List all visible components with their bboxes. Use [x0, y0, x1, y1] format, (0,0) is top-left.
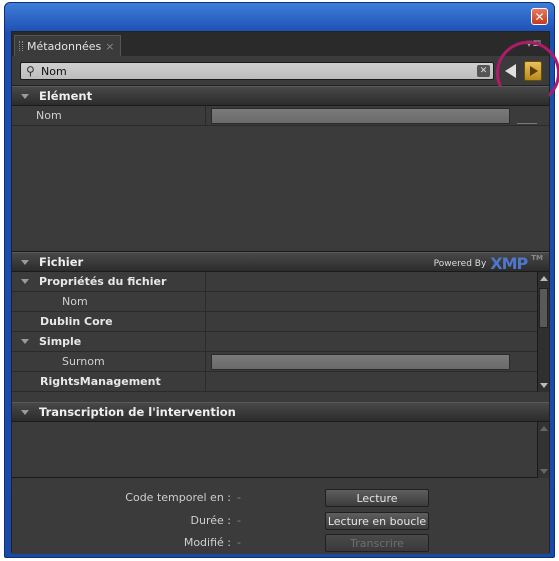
- column-divider: [205, 106, 206, 125]
- playback-footer: Code temporel en : - Lecture Durée : - L…: [12, 479, 549, 554]
- search-input[interactable]: [41, 64, 471, 78]
- scroll-down-icon[interactable]: [540, 383, 548, 388]
- column-divider: [205, 372, 206, 391]
- transcribe-button[interactable]: Transcrire: [325, 534, 429, 552]
- modified-value: -: [237, 536, 241, 549]
- xmp-badge: Powered By XMP TM: [434, 254, 543, 273]
- grip-icon[interactable]: [19, 41, 23, 51]
- tree-row-label: Dublin Core: [40, 315, 113, 328]
- fichier-scrollbar[interactable]: [537, 272, 549, 392]
- tree-row-label: Nom: [62, 295, 88, 308]
- tree-row-surnom[interactable]: Surnom: [12, 352, 539, 372]
- metadata-panel: Métadonnées × ▾≡ ⚲ ✕ Elément Nom: [11, 31, 559, 554]
- expand-triangle-icon[interactable]: [21, 279, 29, 284]
- collapse-triangle-icon[interactable]: [21, 93, 29, 99]
- tree-row-nom[interactable]: Nom: [12, 292, 539, 312]
- powered-by-text: Powered By: [433, 258, 487, 269]
- tab-metadata[interactable]: Métadonnées ×: [14, 35, 122, 56]
- modified-label: Modifié :: [183, 536, 231, 549]
- timecode-label: Code temporel en :: [125, 491, 231, 504]
- timecode-value: -: [237, 491, 241, 504]
- next-result-button[interactable]: [524, 61, 542, 81]
- transcription-scrollbar[interactable]: [537, 422, 549, 478]
- transcription-section-header[interactable]: Transcription de l'intervention: [12, 402, 549, 422]
- element-nom-field[interactable]: [211, 108, 510, 124]
- window-close-button[interactable]: ✕: [531, 8, 548, 25]
- scroll-up-icon[interactable]: [540, 276, 548, 281]
- xmp-tm-mark: TM: [531, 254, 543, 262]
- tab-label: Métadonnées: [27, 39, 102, 53]
- clear-search-icon[interactable]: ✕: [477, 65, 490, 77]
- play-button[interactable]: Lecture: [325, 489, 429, 507]
- element-nom-extra[interactable]: [517, 108, 537, 124]
- column-divider: [205, 332, 206, 351]
- tab-close-icon[interactable]: ×: [105, 40, 114, 53]
- transcription-text-area[interactable]: [12, 422, 549, 478]
- scroll-up-icon[interactable]: [540, 426, 548, 431]
- window-frame: ✕ Métadonnées × ▾≡ ⚲ ✕ Elément: [4, 2, 559, 558]
- fichier-section-title: Fichier: [39, 255, 84, 269]
- fichier-section-header[interactable]: Fichier Powered By XMP TM: [12, 252, 549, 273]
- loop-play-button[interactable]: Lecture en boucle: [325, 512, 429, 530]
- expand-triangle-icon[interactable]: [21, 339, 29, 344]
- scroll-thumb[interactable]: [539, 288, 548, 328]
- element-row-label: Nom: [36, 109, 62, 122]
- search-box: ⚲ ✕: [20, 62, 494, 80]
- element-section-body: Nom: [12, 106, 549, 252]
- tree-row-label: RightsManagement: [40, 375, 161, 388]
- tree-row-simple[interactable]: Simple: [12, 332, 539, 352]
- tree-row-file-properties[interactable]: Propriétés du fichier: [12, 272, 539, 292]
- panel-menu-icon[interactable]: ▾≡: [525, 37, 543, 50]
- duration-value: -: [237, 514, 241, 527]
- search-icon: ⚲: [26, 64, 35, 78]
- tree-row-dublin-core[interactable]: Dublin Core: [12, 312, 539, 332]
- element-section-title: Elément: [39, 89, 93, 103]
- element-row-nom: Nom: [12, 106, 549, 126]
- tab-bar: Métadonnées × ▾≡: [12, 32, 549, 56]
- collapse-triangle-icon[interactable]: [21, 259, 29, 265]
- element-section-header[interactable]: Elément: [12, 86, 549, 106]
- tree-row-label: Simple: [39, 335, 82, 348]
- previous-result-button[interactable]: [505, 64, 516, 78]
- column-divider: [205, 292, 206, 311]
- column-divider: [205, 312, 206, 331]
- tree-row-label: Propriétés du fichier: [39, 275, 167, 288]
- collapse-triangle-icon[interactable]: [21, 409, 29, 415]
- surnom-field[interactable]: [211, 354, 510, 370]
- scroll-down-icon[interactable]: [540, 469, 548, 474]
- close-icon: ✕: [534, 9, 545, 24]
- tree-row-label: Surnom: [62, 355, 105, 368]
- transcription-section-title: Transcription de l'intervention: [39, 405, 236, 419]
- duration-label: Durée :: [190, 514, 231, 527]
- tree-row-rights-management[interactable]: RightsManagement: [12, 372, 539, 392]
- column-divider: [205, 272, 206, 291]
- xmp-logo: XMP: [490, 254, 528, 273]
- search-row: ⚲ ✕: [12, 56, 549, 86]
- column-divider: [205, 352, 206, 371]
